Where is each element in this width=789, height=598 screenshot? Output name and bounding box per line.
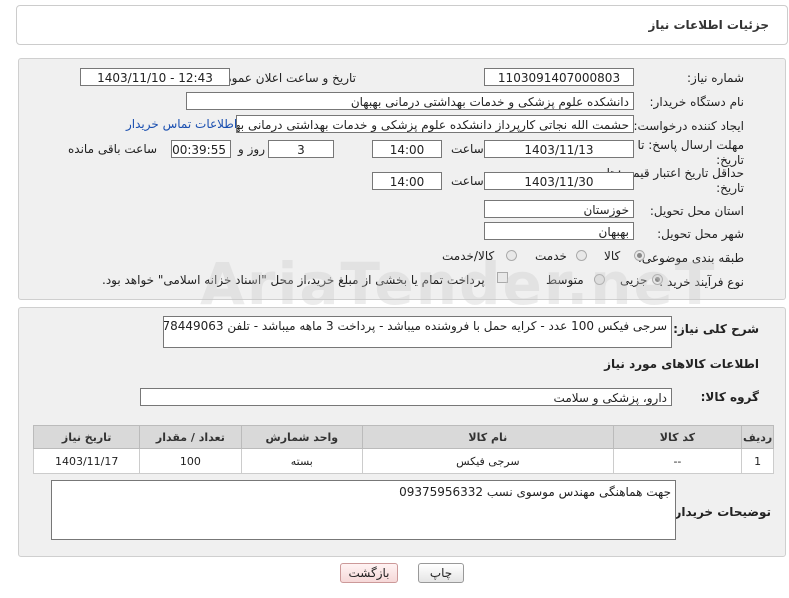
back-button[interactable]: بازگشت	[340, 563, 398, 583]
buyer-org-label: نام دستگاه خریدار:	[649, 95, 745, 109]
min-valid-time-field[interactable]: 14:00	[372, 172, 442, 190]
buyer-org-field[interactable]: دانشکده علوم پزشکی و خدمات بهداشتی درمان…	[186, 92, 634, 110]
treasury-payment-note: پرداخت تمام یا بخشی از مبلغ خرید،از محل …	[102, 273, 485, 287]
deadline-label-2: تاریخ:	[716, 153, 744, 167]
cell-date: 1403/11/17	[32, 448, 141, 474]
goods-group-field[interactable]: دارو، پزشکی و سلامت	[140, 388, 672, 406]
city-label: شهر محل تحویل:	[657, 227, 744, 241]
col-name: نام کالا	[362, 425, 614, 449]
process-label: نوع فرآیند خرید :	[659, 275, 744, 289]
announce-label: تاریخ و ساعت اعلان عمومی:	[211, 71, 356, 85]
category-label: طبقه بندی موضوعی:	[637, 251, 744, 265]
cell-row: 1	[741, 448, 774, 474]
province-label: استان محل تحویل:	[649, 204, 744, 218]
col-unit: واحد شمارش	[240, 425, 364, 449]
min-valid-date-field[interactable]: 1403/11/30	[484, 172, 634, 190]
col-row: ردیف	[741, 425, 774, 449]
cell-qty: 100	[139, 448, 242, 474]
buyer-notes-label: توضیحات خریدار:	[669, 505, 771, 519]
creator-field[interactable]: حشمت الله نجاتی کارپرداز دانشکده علوم پز…	[236, 115, 634, 133]
cell-code: --	[612, 448, 743, 474]
table-row[interactable]: 1 -- سرجی فیکس بسته 100 1403/11/17	[32, 448, 774, 474]
deadline-date-field[interactable]: 1403/11/13	[484, 140, 634, 158]
goods-table: ردیف کد کالا نام کالا واحد شمارش تعداد /…	[32, 425, 774, 474]
category-goods-label: کالا	[604, 249, 621, 263]
creator-label: ایجاد کننده درخواست:	[633, 119, 744, 133]
category-both-radio[interactable]	[506, 250, 517, 261]
general-desc-label: شرح کلی نیاز:	[673, 322, 759, 336]
remaining-time-field[interactable]: 00:39:55	[171, 140, 231, 158]
category-service-radio[interactable]	[576, 250, 587, 261]
need-number-field[interactable]: 1103091407000803	[484, 68, 634, 86]
print-button[interactable]: چاپ	[418, 563, 464, 583]
deadline-label: مهلت ارسال پاسخ: تا	[637, 138, 744, 152]
province-field[interactable]: خوزستان	[484, 200, 634, 218]
category-goods-radio[interactable]	[634, 250, 645, 261]
deadline-time-field[interactable]: 14:00	[372, 140, 442, 158]
process-minor-label: جزیی	[620, 273, 648, 287]
buyer-notes-field[interactable]: جهت هماهنگی مهندس موسوی نسب 09375956332	[51, 480, 676, 540]
goods-group-label: گروه کالا:	[700, 390, 759, 404]
goods-table-header: ردیف کد کالا نام کالا واحد شمارش تعداد /…	[32, 425, 774, 449]
page-title: جزئیات اطلاعات نیاز	[648, 18, 769, 32]
general-desc-field[interactable]: سرجی فیکس 100 عدد - کرایه حمل با فروشنده…	[163, 316, 672, 348]
deadline-time-label: ساعت	[451, 142, 484, 156]
col-date: تاریخ نیاز	[32, 425, 141, 449]
treasury-payment-checkbox[interactable]	[497, 272, 508, 283]
goods-info-title: اطلاعات کالاهای مورد نیاز	[604, 357, 759, 371]
buyer-contact-link[interactable]: اطلاعات تماس خریدار	[126, 117, 237, 131]
remaining-label: ساعت باقی مانده	[68, 142, 158, 156]
need-number-label: شماره نیاز:	[687, 71, 744, 85]
category-service-label: خدمت	[535, 249, 567, 263]
category-both-label: کالا/خدمت	[442, 249, 495, 263]
days-remaining-field[interactable]: 3	[268, 140, 334, 158]
days-label: روز و	[238, 142, 265, 156]
announce-field[interactable]: 1403/11/10 - 12:43	[80, 68, 230, 86]
process-medium-label: متوسط	[546, 273, 584, 287]
cell-unit: بسته	[240, 448, 364, 474]
page-header: جزئیات اطلاعات نیاز	[16, 5, 788, 45]
min-valid-label-2: تاریخ:	[716, 181, 744, 195]
col-qty: تعداد / مقدار	[139, 425, 242, 449]
city-field[interactable]: بهبهان	[484, 222, 634, 240]
process-medium-radio[interactable]	[594, 274, 605, 285]
min-valid-time-label: ساعت	[451, 174, 484, 188]
process-minor-radio[interactable]	[652, 274, 663, 285]
cell-name: سرجی فیکس	[362, 448, 614, 474]
col-code: کد کالا	[612, 425, 743, 449]
